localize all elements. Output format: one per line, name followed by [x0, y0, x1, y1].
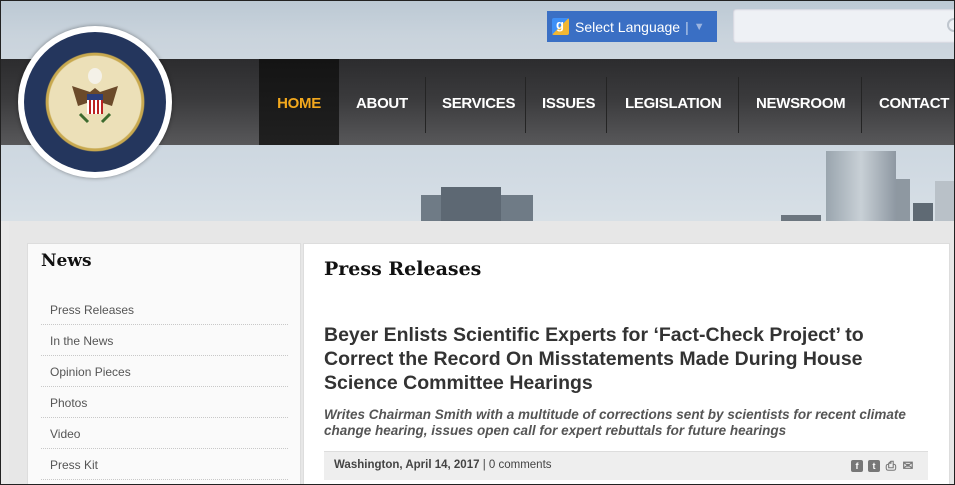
nav-legislation[interactable]: LEGISLATION	[625, 59, 722, 145]
house-seal-logo[interactable]	[18, 26, 172, 178]
nav-divider	[525, 77, 526, 133]
translate-label: Select Language	[575, 18, 681, 35]
article-location-date: Washington, April 14, 2017	[334, 459, 480, 471]
meta-separator: |	[479, 459, 489, 471]
sidebar-item-press-releases[interactable]: Press Releases	[41, 295, 288, 325]
print-icon[interactable]: ⎙	[885, 459, 897, 472]
article-headline[interactable]: Beyer Enlists Scientific Experts for ‘Fa…	[324, 323, 934, 395]
twitter-icon[interactable]: t	[868, 460, 880, 472]
building	[896, 179, 910, 221]
article-meta-bar: Washington, April 14, 2017 | 0 comments …	[324, 451, 928, 480]
nav-services[interactable]: SERVICES	[442, 59, 515, 145]
sidebar-item-opinion-pieces[interactable]: Opinion Pieces	[41, 357, 288, 387]
main-content: Press Releases Beyer Enlists Scientific …	[303, 243, 950, 484]
search-icon[interactable]	[947, 18, 954, 32]
nav-divider	[861, 77, 862, 133]
building	[826, 151, 896, 221]
sidebar-item-video[interactable]: Video	[41, 419, 288, 449]
nav-divider	[738, 77, 739, 133]
news-sidebar: News Press Releases In the News Opinion …	[27, 243, 301, 484]
article-subheadline: Writes Chairman Smith with a multitude o…	[324, 407, 906, 438]
building	[913, 203, 933, 221]
comments-link[interactable]: 0 comments	[489, 459, 552, 471]
sidebar-title: News	[41, 251, 92, 271]
building	[441, 187, 501, 221]
nav-contact[interactable]: CONTACT	[879, 59, 949, 145]
page: Select Language | ▼ HOME ABOUT SERVICES …	[0, 0, 955, 485]
email-icon[interactable]: ✉	[902, 459, 914, 472]
facebook-icon[interactable]: f	[851, 460, 863, 472]
building	[935, 181, 954, 221]
nav-divider	[606, 77, 607, 133]
nav-newsroom[interactable]: NEWSROOM	[756, 59, 846, 145]
chevron-down-icon[interactable]: ▼	[694, 21, 705, 33]
nav-issues[interactable]: ISSUES	[542, 59, 596, 145]
page-title: Press Releases	[324, 258, 482, 280]
article-meta: Washington, April 14, 2017 | 0 comments	[334, 459, 552, 471]
share-icons: f t ⎙ ✉	[851, 459, 914, 472]
nav-about[interactable]: ABOUT	[356, 59, 408, 145]
search-input[interactable]	[733, 9, 954, 43]
google-translate-widget[interactable]: Select Language | ▼	[547, 11, 717, 42]
sidebar-item-photos[interactable]: Photos	[41, 388, 288, 418]
sidebar-item-in-the-news[interactable]: In the News	[41, 326, 288, 356]
sidebar-item-press-kit[interactable]: Press Kit	[41, 450, 288, 480]
nav-home[interactable]: HOME	[259, 59, 339, 145]
google-translate-icon	[552, 17, 569, 35]
nav-divider	[425, 77, 426, 133]
translate-separator: |	[685, 18, 689, 35]
eagle-icon	[72, 68, 118, 124]
